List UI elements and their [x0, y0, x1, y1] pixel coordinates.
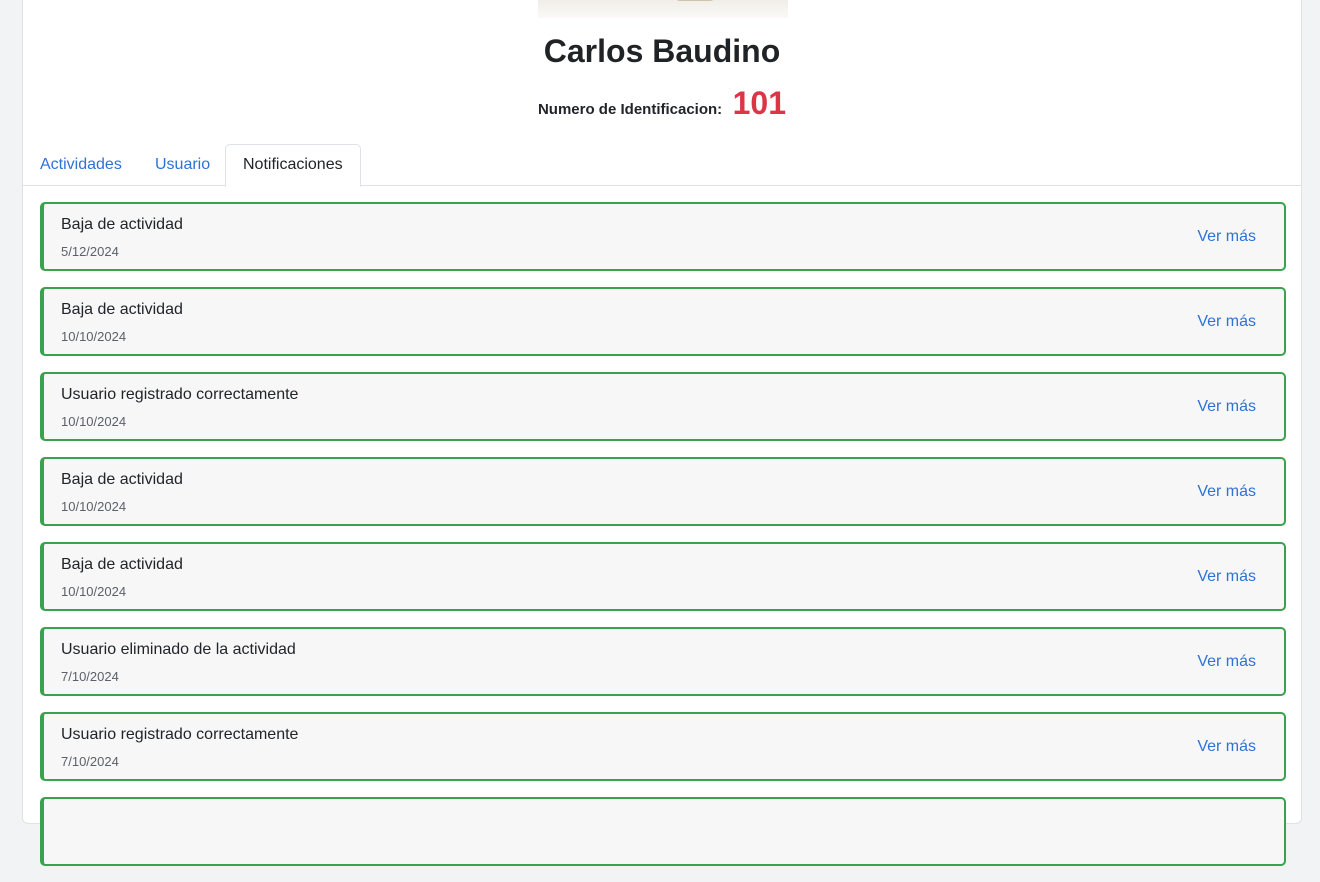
notification-date: 10/10/2024 — [61, 584, 127, 599]
notification-title: Usuario registrado correctamente — [61, 386, 299, 403]
notification-item: Baja de actividad 10/10/2024 Ver más — [40, 542, 1286, 611]
notification-date: 7/10/2024 — [61, 754, 119, 769]
notification-title: Baja de actividad — [61, 301, 183, 318]
notification-date: 10/10/2024 — [61, 414, 127, 429]
notification-title: Usuario registrado correctamente — [61, 726, 299, 743]
ver-mas-link[interactable]: Ver más — [1197, 738, 1256, 756]
notification-list: Baja de actividad 5/12/2024 Ver más Baja… — [40, 202, 1286, 882]
notification-item: Usuario registrado correctamente 10/10/2… — [40, 372, 1286, 441]
ver-mas-link[interactable]: Ver más — [1197, 313, 1256, 331]
tab-usuario[interactable]: Usuario — [138, 144, 227, 186]
profile-tabs: Actividades Usuario Notificaciones — [23, 144, 1301, 187]
identification-number: 101 — [732, 85, 787, 121]
ver-mas-link[interactable]: Ver más — [1197, 228, 1256, 246]
ver-mas-link[interactable]: Ver más — [1197, 483, 1256, 501]
notification-item: Usuario registrado correctamente 7/10/20… — [40, 712, 1286, 781]
ver-mas-link[interactable]: Ver más — [1197, 653, 1256, 671]
identification-row: Numero de Identificacion: 101 — [23, 85, 1301, 122]
notification-title: Baja de actividad — [61, 471, 183, 488]
notification-item-partial — [40, 797, 1286, 866]
tab-notificaciones[interactable]: Notificaciones — [225, 144, 361, 187]
notification-date: 7/10/2024 — [61, 669, 119, 684]
notification-date: 10/10/2024 — [61, 499, 127, 514]
notification-title: Baja de actividad — [61, 556, 183, 573]
identification-label: Numero de Identificacion: — [537, 101, 723, 118]
notification-item: Baja de actividad 10/10/2024 Ver más — [40, 287, 1286, 356]
notification-title: Baja de actividad — [61, 216, 183, 233]
notification-item: Usuario eliminado de la actividad 7/10/2… — [40, 627, 1286, 696]
profile-card: Carlos Baudino Numero de Identificacion:… — [22, 0, 1302, 866]
notification-date: 5/12/2024 — [61, 244, 119, 259]
notification-date: 10/10/2024 — [61, 329, 127, 344]
ver-mas-link[interactable]: Ver más — [1197, 568, 1256, 586]
photo-detail — [674, 0, 716, 1]
notification-item: Baja de actividad 10/10/2024 Ver más — [40, 457, 1286, 526]
profile-name: Carlos Baudino — [543, 33, 781, 69]
ver-mas-link[interactable]: Ver más — [1197, 398, 1256, 416]
tab-actividades[interactable]: Actividades — [23, 144, 139, 186]
profile-photo — [538, 0, 788, 18]
notification-title: Usuario eliminado de la actividad — [61, 641, 296, 658]
notification-item: Baja de actividad 5/12/2024 Ver más — [40, 202, 1286, 271]
